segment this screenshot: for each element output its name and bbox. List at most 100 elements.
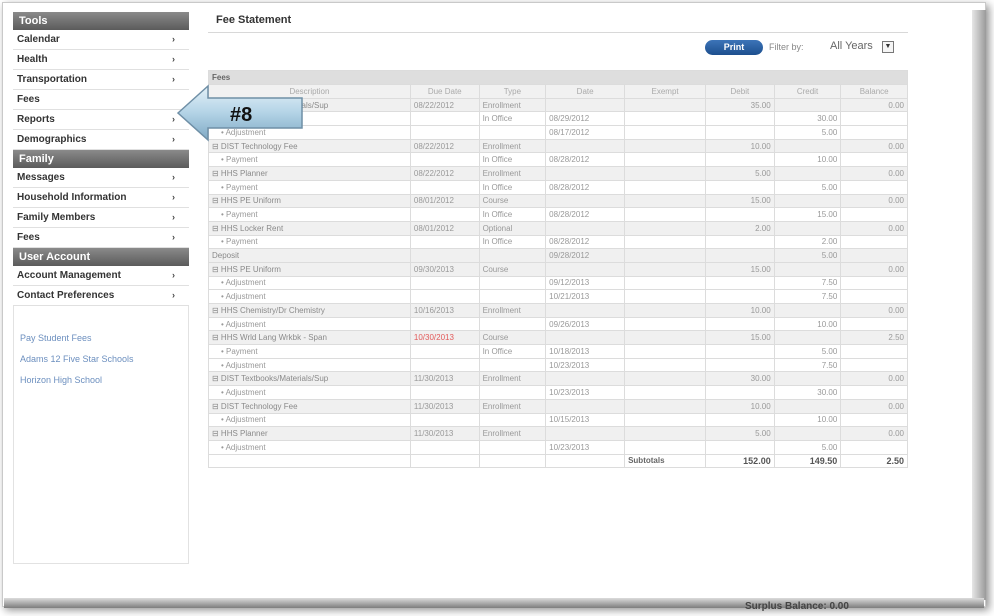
sidebar-item-label: Health [17, 54, 48, 65]
sidebar-item-messages[interactable]: Messages › [13, 168, 189, 188]
table-header: Description Due Date Type Date Exempt Debit Cr… [208, 83, 908, 99]
table-cell-type: In Office [478, 234, 547, 250]
sidebar-item-account-management[interactable]: Account Management › [13, 266, 189, 286]
table-cell-credit [773, 138, 842, 154]
table-cell-date [545, 138, 626, 154]
transaction-row: • Payment In Office 10/18/2013 5.00 [208, 344, 908, 359]
column-header[interactable]: Due Date [409, 83, 480, 99]
table-cell-due: 09/30/2013 [409, 261, 480, 277]
chevron-right-icon: › [172, 34, 175, 44]
sidebar-item-family-members[interactable]: Family Members › [13, 208, 189, 228]
column-header[interactable]: Type [478, 83, 547, 99]
table-cell-debit: 30.00 [705, 371, 775, 387]
transaction-row: • Payment In Office 08/28/2012 10.00 [208, 152, 908, 168]
table-cell-type [478, 439, 547, 455]
table-cell-debit [705, 275, 775, 291]
table-cell-desc: • Adjustment [208, 439, 411, 455]
table-cell-due [409, 111, 480, 127]
table-cell-due [409, 316, 480, 332]
sidebar-item-fees[interactable]: Fees › [13, 228, 189, 248]
chevron-right-icon: › [172, 54, 175, 64]
sidebar-item-fees[interactable]: Fees [13, 90, 189, 110]
column-header[interactable]: Balance [840, 83, 908, 99]
dropdown-arrow-icon[interactable]: ▼ [882, 41, 894, 53]
fee-row[interactable]: ⊟ HHS Wrld Lang Wrkbk - Span 10/30/2013 Co… [208, 330, 908, 346]
table-cell-balance: 0.00 [840, 371, 908, 387]
table-cell-date [545, 97, 626, 113]
chevron-right-icon: › [172, 212, 175, 222]
table-cell-exempt [624, 193, 707, 209]
table-cell-credit [773, 261, 842, 277]
fee-row[interactable]: ⊟ DIST Technology Fee 11/30/2013 Enrollmen… [208, 398, 908, 414]
column-header[interactable]: Date [545, 83, 626, 99]
table-cell-debit [705, 207, 775, 222]
table-cell-credit [773, 97, 842, 113]
table-cell-balance [840, 412, 908, 428]
table-cell-due [409, 275, 480, 291]
sidebar-item-reports[interactable]: Reports › [13, 110, 189, 130]
fee-row[interactable]: Deposit 09/28/2012 5.00 [208, 248, 908, 263]
table-cell-type: In Office [478, 179, 547, 195]
sidebar-item-calendar[interactable]: Calendar › [13, 30, 189, 50]
chevron-right-icon: › [172, 290, 175, 300]
fee-row[interactable]: ⊟ DIST Textbooks/Materials/Sup 11/30/2013… [208, 371, 908, 387]
table-cell-exempt [624, 330, 707, 346]
table-cell-credit [773, 426, 842, 441]
table-cell-credit [773, 303, 842, 318]
fee-row[interactable]: ⊟ HHS Chemistry/Dr Chemistry 10/16/2013 En… [208, 303, 908, 318]
fee-row[interactable]: ⊟ DIST Textbooks/Materials/Sup08/22/2012… [208, 97, 908, 113]
sidebar-section-user-account: Account Management › Contact Preferences › [13, 266, 189, 306]
table-cell-balance: 0.00 [840, 97, 908, 113]
table-cell-type: Enrollment [478, 166, 547, 181]
fee-row[interactable]: ⊟ HHS Locker Rent 08/01/2012 Optional 2.00 0… [208, 220, 908, 236]
table-cell-credit: 30.00 [773, 111, 842, 127]
callout-arrow: #8 [176, 84, 303, 142]
table-cell-type: Enrollment [478, 303, 547, 318]
subtotal-credit: 149.50 [773, 453, 842, 469]
print-button[interactable]: Print [705, 40, 763, 55]
table-cell-exempt [624, 385, 707, 400]
table-cell-balance: 0.00 [840, 261, 908, 277]
table-cell-credit: 5.00 [773, 248, 842, 263]
table-cell-debit [705, 385, 775, 400]
sidebar-item-household-information[interactable]: Household Information › [13, 188, 189, 208]
table-cell-date: 08/17/2012 [545, 125, 626, 140]
table-cell-credit [773, 330, 842, 346]
column-header[interactable]: Exempt [624, 83, 707, 99]
table-cell-exempt [624, 152, 707, 168]
table-cell-debit: 15.00 [705, 261, 775, 277]
table-cell-balance: 0.00 [840, 166, 908, 181]
table-cell-empty [208, 453, 411, 469]
table-cell-type: Enrollment [478, 426, 547, 441]
fee-row[interactable]: ⊟ HHS PE Uniform 08/01/2012 Course 15.00 0.0… [208, 193, 908, 209]
table-cell-balance [840, 179, 908, 195]
fee-row[interactable]: ⊟ HHS Planner 11/30/2013 Enrollment 5.00 0.0… [208, 426, 908, 441]
fee-row[interactable]: ⊟ HHS PE Uniform 09/30/2013 Course 15.00 0.0… [208, 261, 908, 277]
transaction-row: • Adjustment 10/21/2013 7.50 [208, 289, 908, 304]
sidebar-item-transportation[interactable]: Transportation › [13, 70, 189, 90]
table-cell-type [478, 275, 547, 291]
table-cell-balance [840, 207, 908, 222]
column-header[interactable]: Credit [773, 83, 842, 99]
page-title: Fee Statement [216, 14, 292, 26]
table-cell-credit: 5.00 [773, 439, 842, 455]
sidebar-item-contact-preferences[interactable]: Contact Preferences › [13, 286, 189, 306]
table-cell-exempt [624, 179, 707, 195]
sidebar-link[interactable]: Pay Student Fees [20, 328, 184, 349]
table-cell-credit [773, 193, 842, 209]
filter-select[interactable]: All Years [830, 40, 873, 52]
table-cell-type: Enrollment [478, 138, 547, 154]
table-cell-type: Enrollment [478, 97, 547, 113]
sidebar-item-demographics[interactable]: Demographics › [13, 130, 189, 150]
column-header[interactable]: Debit [705, 83, 775, 99]
sidebar-link[interactable]: Adams 12 Five Star Schools [20, 349, 184, 370]
chevron-right-icon: › [172, 114, 175, 124]
sidebar-item-health[interactable]: Health › [13, 50, 189, 70]
table-cell-date: 09/28/2012 [545, 248, 626, 263]
sidebar-link[interactable]: Horizon High School [20, 370, 184, 391]
table-cell-balance [840, 357, 908, 373]
table-cell-balance: 0.00 [840, 193, 908, 209]
fee-row[interactable]: ⊟ DIST Technology Fee 08/22/2012 Enrollmen… [208, 138, 908, 154]
table-cell-due [409, 344, 480, 359]
fee-row[interactable]: ⊟ HHS Planner 08/22/2012 Enrollment 5.00 0.0… [208, 166, 908, 181]
